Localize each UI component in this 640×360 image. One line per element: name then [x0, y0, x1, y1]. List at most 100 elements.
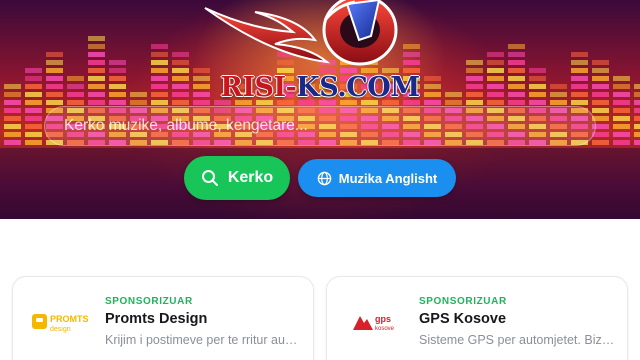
- equalizer-segment: [571, 68, 588, 73]
- equalizer-segment: [571, 84, 588, 89]
- equalizer-segment: [487, 92, 504, 97]
- equalizer-segment: [571, 60, 588, 65]
- equalizer-segment: [4, 116, 21, 121]
- equalizer-segment: [592, 100, 609, 105]
- search-input[interactable]: [64, 117, 595, 135]
- equalizer-segment: [25, 108, 42, 113]
- equalizer-segment: [109, 84, 126, 89]
- equalizer-segment: [172, 100, 189, 105]
- equalizer-segment: [508, 100, 525, 105]
- equalizer-segment: [46, 68, 63, 73]
- equalizer-segment: [46, 100, 63, 105]
- svg-text:gps: gps: [375, 314, 391, 324]
- site-logo[interactable]: RISI-KS.COM: [195, 0, 445, 105]
- equalizer-segment: [634, 100, 640, 105]
- equalizer-segment: [172, 92, 189, 97]
- sponsored-card-gps[interactable]: gps kosove SPONSORIZUAR GPS Kosove Siste…: [326, 276, 628, 360]
- equalizer-segment: [466, 92, 483, 97]
- equalizer-segment: [508, 60, 525, 65]
- equalizer-segment: [109, 76, 126, 81]
- equalizer-segment: [634, 92, 640, 97]
- equalizer-segment: [151, 92, 168, 97]
- equalizer-segment: [172, 60, 189, 65]
- equalizer-segment: [613, 132, 630, 137]
- equalizer-segment: [466, 84, 483, 89]
- equalizer-segment: [487, 76, 504, 81]
- equalizer-segment: [592, 68, 609, 73]
- equalizer-segment: [25, 116, 42, 121]
- equalizer-segment: [550, 100, 567, 105]
- equalizer-segment: [634, 140, 640, 145]
- equalizer-segment: [634, 124, 640, 129]
- equalizer-segment: [151, 84, 168, 89]
- equalizer-segment: [109, 92, 126, 97]
- equalizer-segment: [151, 52, 168, 57]
- equalizer-segment: [466, 76, 483, 81]
- equalizer-segment: [67, 84, 84, 89]
- equalizer-segment: [487, 60, 504, 65]
- equalizer-segment: [67, 76, 84, 81]
- equalizer-segment: [592, 140, 609, 145]
- equalizer-segment: [88, 76, 105, 81]
- equalizer-segment: [25, 76, 42, 81]
- sponsor-name: Promts Design: [105, 311, 208, 327]
- svg-text:PROMTS: PROMTS: [50, 314, 89, 324]
- equalizer-segment: [88, 92, 105, 97]
- equalizer-segment: [4, 84, 21, 89]
- equalizer-segment: [529, 76, 546, 81]
- search-button[interactable]: Kerko: [184, 156, 290, 200]
- equalizer-segment: [25, 140, 42, 145]
- globe-icon: [317, 171, 332, 186]
- equalizer-segment: [88, 100, 105, 105]
- svg-text:design: design: [50, 326, 71, 333]
- equalizer-segment: [46, 76, 63, 81]
- equalizer-segment: [634, 116, 640, 121]
- equalizer-segment: [487, 100, 504, 105]
- sponsor-description: Sisteme GPS per automjetet. Bizneset: [419, 333, 615, 347]
- equalizer-segment: [109, 68, 126, 73]
- equalizer-segment: [571, 52, 588, 57]
- equalizer-segment: [592, 84, 609, 89]
- equalizer-segment: [151, 100, 168, 105]
- sponsored-card-promts[interactable]: PROMTS design SPONSORIZUAR Promts Design…: [12, 276, 314, 360]
- equalizer-segment: [613, 76, 630, 81]
- search-icon: [201, 169, 219, 187]
- equalizer-segment: [130, 92, 147, 97]
- equalizer-segment: [46, 60, 63, 65]
- equalizer-segment: [508, 44, 525, 49]
- equalizer-segment: [25, 68, 42, 73]
- search-button-label: Kerko: [227, 169, 274, 186]
- equalizer-segment: [172, 68, 189, 73]
- equalizer-segment: [88, 84, 105, 89]
- equalizer-segment: [172, 52, 189, 57]
- equalizer-segment: [88, 44, 105, 49]
- equalizer-segment: [529, 68, 546, 73]
- equalizer-segment: [46, 84, 63, 89]
- equalizer-segment: [613, 116, 630, 121]
- equalizer-segment: [130, 100, 147, 105]
- equalizer-segment: [25, 124, 42, 129]
- equalizer-segment: [550, 84, 567, 89]
- english-music-button[interactable]: Muzika Anglisht: [298, 159, 456, 197]
- equalizer-segment: [25, 100, 42, 105]
- equalizer-segment: [445, 92, 462, 97]
- equalizer-segment: [529, 100, 546, 105]
- equalizer-segment: [4, 140, 21, 145]
- equalizer-segment: [4, 108, 21, 113]
- sponsor-name: GPS Kosove: [419, 311, 507, 327]
- equalizer-segment: [4, 124, 21, 129]
- search-bar[interactable]: [44, 106, 596, 146]
- equalizer-segment: [571, 76, 588, 81]
- equalizer-segment: [25, 132, 42, 137]
- equalizer-segment: [487, 68, 504, 73]
- svg-text:kosove: kosove: [375, 326, 395, 332]
- equalizer-segment: [172, 84, 189, 89]
- equalizer-segment: [571, 92, 588, 97]
- equalizer-segment: [109, 100, 126, 105]
- equalizer-segment: [466, 60, 483, 65]
- equalizer-segment: [46, 52, 63, 57]
- equalizer-segment: [550, 92, 567, 97]
- equalizer-segment: [592, 60, 609, 65]
- equalizer-segment: [172, 76, 189, 81]
- equalizer-segment: [508, 84, 525, 89]
